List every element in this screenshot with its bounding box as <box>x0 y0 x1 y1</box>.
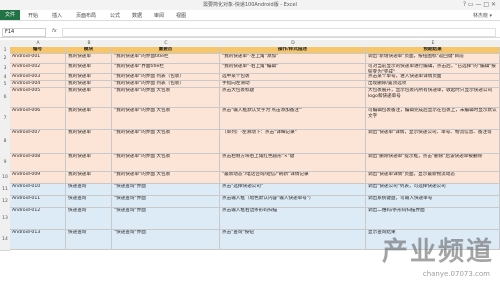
table-cell[interactable]: 点击"输入框默认文字为'点击添加备注'" <box>220 108 366 130</box>
table-cell[interactable]: 我的快递单 <box>66 81 112 88</box>
table-cell[interactable]: "最新动态"/电话咨询/短信/"刷新"详情记录 <box>220 172 366 184</box>
fx-icon[interactable]: fx <box>52 28 57 34</box>
table-cell[interactable]: "我的快递单"-左上角"添加" <box>220 54 366 64</box>
table-cell[interactable]: "我的快递单"的界面 大包裹 <box>112 172 220 184</box>
table-cell[interactable]: Android-008 <box>10 154 66 172</box>
table-cell[interactable]: 快递查询 <box>66 230 112 250</box>
column-header-b[interactable]: B <box>66 40 113 47</box>
table-cell[interactable]: "我的快递单"的界面 大包裹 <box>112 108 220 130</box>
user-account[interactable]: 林杰晓 ▾ <box>473 12 492 19</box>
tab-view[interactable]: 视图 <box>176 12 186 19</box>
table-cell[interactable]: 我的快递单 <box>66 172 112 184</box>
table-cell[interactable]: 点击输入框（暗色默认内容"输入快递单号"） <box>220 196 366 208</box>
table-cell[interactable]: Android-004 <box>10 81 66 88</box>
table-cell[interactable]: 点击"选择快递公司" <box>220 184 366 196</box>
tab-data[interactable]: 数据 <box>132 12 142 19</box>
table-cell[interactable]: 出现删除/置顶选项 <box>366 81 500 88</box>
table-cell[interactable]: 我的快递单 <box>66 88 112 108</box>
table-cell[interactable]: 我的快递单 <box>66 74 112 81</box>
table-cell[interactable]: 快递查询 <box>66 208 112 230</box>
table-cell[interactable]: "我的快递单"的界面 大包裹 <box>112 154 220 172</box>
tab-home[interactable]: 开始 <box>28 12 38 19</box>
column-header-d[interactable]: D <box>220 40 367 47</box>
table-cell[interactable]: "快递查询"界面 <box>112 230 220 250</box>
table-cell[interactable]: 调出"快递单详情"页面，显示最新物流动态 <box>366 172 500 184</box>
row-header[interactable]: 9 <box>0 154 10 173</box>
table-cell[interactable]: 选中某个包裹 <box>220 74 366 81</box>
column-header-e[interactable]: E <box>366 40 500 47</box>
table-cell[interactable]: Android-001 <box>10 54 66 64</box>
table-cell[interactable]: "我的快递单"的界面 列表（包裹） <box>112 81 220 88</box>
table-cell[interactable]: "我的快递单"的界面title栏 <box>112 54 220 64</box>
table-cell[interactable]: Android-006 <box>10 108 66 130</box>
table-cell[interactable]: 编号 <box>10 47 66 54</box>
table-cell[interactable]: 点击右侧方块右上角红色圆形"×"键 <box>220 154 366 172</box>
table-cell[interactable]: （单列）-左滑动下：点击"详细记录" <box>220 130 366 154</box>
table-cell[interactable]: 调出"快递单"详情，显示快递公司、单号、物流信息、备注等 <box>366 130 500 154</box>
tab-formulas[interactable]: 公式 <box>110 12 120 19</box>
column-header-a[interactable]: A <box>10 40 67 47</box>
watermark-url: chanye.07073.com <box>422 270 490 278</box>
table-cell[interactable]: 预期结果 <box>366 47 500 54</box>
table-cell[interactable]: "我的快递单"的界面 列表（包裹） <box>112 74 220 81</box>
table-cell[interactable]: 调出"快递公司"列表，可选择快递公司 <box>366 184 500 196</box>
table-cell[interactable]: "快递查询"界面 <box>112 196 220 208</box>
table-cell[interactable]: 可对当前显示的快递单进行编辑，点击后，"已选择"的"编辑"按钮变为"完成" <box>366 64 500 74</box>
tab-insert[interactable]: 插入 <box>52 12 62 19</box>
row-header[interactable]: 7 <box>0 108 10 131</box>
title-bar: 需要简化对象-快递100Android版 - Excel ? ▭ — □ ✕ <box>0 0 500 10</box>
formula-bar: F14 fx <box>0 27 500 38</box>
table-cell[interactable]: "快递查询"界面 <box>112 184 220 196</box>
table-cell[interactable]: 点击"查询"按钮 <box>220 230 366 250</box>
table-cell[interactable]: 点击大包裹标题 <box>220 88 366 108</box>
formula-input[interactable] <box>62 28 496 37</box>
table-cell[interactable]: 点击输入框右边条形码扫描 <box>220 208 366 230</box>
tab-review[interactable]: 审阅 <box>154 12 164 19</box>
table-cell[interactable]: 操作/样式描述 <box>220 47 366 54</box>
table-cell[interactable]: 调出"删除快递单"提示框，点击"删除"后该快递单被删除 <box>366 154 500 172</box>
table-cell[interactable]: 我的快递单 <box>66 130 112 154</box>
ribbon-tabs: 文件 开始 插入 页面布局 公式 数据 审阅 视图 林杰晓 ▾ <box>0 10 500 21</box>
table-cell[interactable]: 大包裹展开，显示包裹内所有快递单，收起时只显示快递公司logo和快递单号 <box>366 88 500 108</box>
table-cell[interactable]: Android-009 <box>10 172 66 184</box>
table-cell[interactable]: 手指向左滑动 <box>220 81 366 88</box>
row-header[interactable]: 14 <box>0 230 10 251</box>
table-cell[interactable]: "快递查询"界面 <box>112 208 220 230</box>
watermark-logo: 产业频道 <box>381 237 494 267</box>
tab-file[interactable]: 文件 <box>0 10 20 20</box>
row-header[interactable]: 13 <box>0 208 10 231</box>
row-header[interactable]: 6 <box>0 88 10 109</box>
row-header[interactable]: 8 <box>0 130 10 155</box>
table-cell[interactable]: 点击某个单号，进入快递单详情页面 <box>366 74 500 81</box>
table-cell[interactable]: Android-011 <box>10 196 66 208</box>
table-cell[interactable]: "我的快递单"的界面 大包裹 <box>112 130 220 154</box>
table-cell[interactable]: Android-007 <box>10 130 66 154</box>
table-cell[interactable]: 我的快递单 <box>66 54 112 64</box>
table-cell[interactable]: 快递查询 <box>66 196 112 208</box>
table-cell[interactable]: Android-005 <box>10 88 66 108</box>
name-box[interactable]: F14 <box>2 28 46 37</box>
table-cell[interactable]: 可编辑包裹备注，编辑完成后显示在包裹上，未编辑时显示默认文字 <box>366 108 500 130</box>
table-cell[interactable]: 调出系统键盘，可输入快递单号 <box>366 196 500 208</box>
table-cell[interactable]: 我的快递单 <box>66 64 112 74</box>
table-cell[interactable]: 我的快递单 <box>66 154 112 172</box>
table-cell[interactable]: "我的快递单"的界面 大包裹 <box>112 88 220 108</box>
table-cell[interactable]: Android-013 <box>10 230 66 250</box>
column-header-c[interactable]: C <box>112 40 221 47</box>
table-cell[interactable]: Android-003 <box>10 74 66 81</box>
table-cell[interactable]: 重要点 <box>112 47 220 54</box>
table-cell[interactable]: Android-012 <box>10 208 66 230</box>
table-cell[interactable]: 快递查询 <box>66 184 112 196</box>
tab-page-layout[interactable]: 页面布局 <box>76 12 96 19</box>
table-cell[interactable]: 我的快递单 <box>66 108 112 130</box>
table-cell[interactable]: 调出二维码/条形码扫描界面 <box>366 208 500 230</box>
table-cell[interactable]: Android-010 <box>10 184 66 196</box>
table-cell[interactable]: "我的快递单"-右上角"编辑" <box>220 64 366 74</box>
table-cell[interactable]: Android-002 <box>10 64 66 74</box>
table-cell[interactable]: 调出"新增快递单"页面，按钮图标"返回键"目前 <box>366 54 500 64</box>
window-title: 需要简化对象-快递100Android版 - Excel <box>203 2 297 8</box>
table-cell[interactable]: "我的快递单"界面title栏 <box>112 64 220 74</box>
table-cell[interactable]: 模块 <box>66 47 112 54</box>
window-controls[interactable]: ? ▭ — □ ✕ <box>463 1 496 8</box>
